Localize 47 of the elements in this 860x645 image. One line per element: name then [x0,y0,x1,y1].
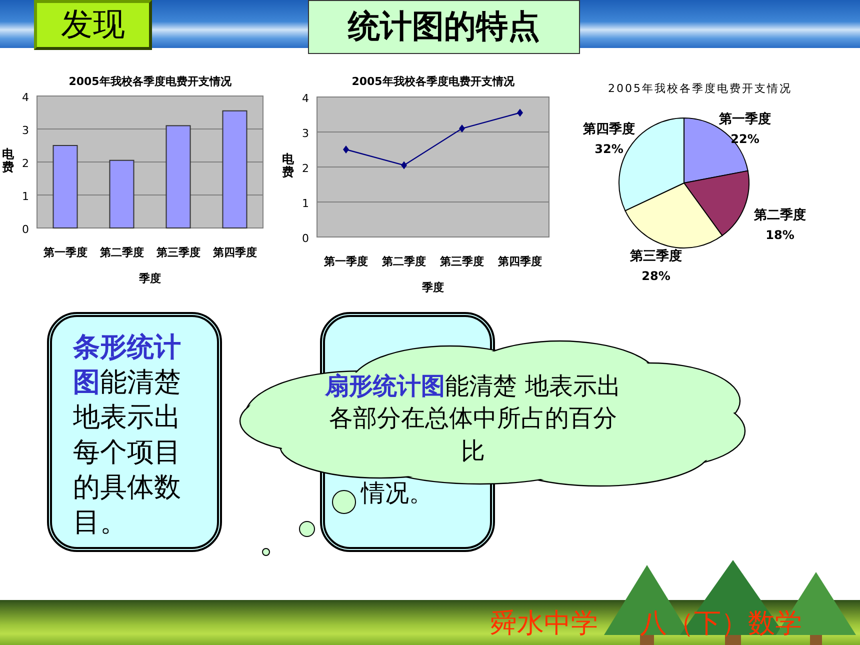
card-text: 情况。 [361,478,434,509]
data-point [343,146,349,154]
axis-tick-label: 1 [302,197,309,210]
slice-percent: 18% [766,228,794,242]
category-label: 第三季度 [156,246,200,259]
callout-text: 扇形统计图能清楚 地表示出各部分在总体中所占的百分比 [324,371,622,467]
slice-percent: 32% [594,142,624,156]
axis-tick-label: 2 [302,162,309,175]
axis-tick-label: 1 [22,190,29,203]
axis-tick-label: 2 [22,157,29,170]
category-label: 第一季度 [324,255,368,268]
axis-tick-label: 4 [22,91,29,104]
slice-label: 第一季度 [719,112,771,127]
school-name: 舜水中学 [490,607,598,641]
axis-title: 季度 [139,272,161,285]
axis-tick-label: 3 [22,124,29,137]
axis-tick-label: 0 [302,232,309,245]
category-label: 第二季度 [100,246,144,259]
thought-bubble [299,521,315,537]
data-point [459,124,465,132]
data-point [517,108,523,117]
category-label: 第三季度 [440,255,484,268]
axis-title: 季度 [422,281,444,294]
slice-label: 第四季度 [583,122,635,137]
slice-percent: 22% [730,132,760,146]
badge: 发现 [34,0,152,50]
axis-title: 电费 [282,153,294,180]
card-text: 条形统计图能清楚地表示出每个项目的具体数目。 [73,331,182,540]
thought-bubble [262,548,270,556]
slice-label: 第二季度 [754,208,806,223]
axis-tick-label: 3 [302,127,309,140]
slice-label: 第三季度 [630,249,682,264]
bar [109,160,134,228]
slice-percent: 28% [642,269,670,283]
category-label: 第一季度 [43,246,88,259]
chart-title: 2005年我校各季度电费开支情况 [68,75,232,88]
category-label: 第四季度 [498,255,542,268]
axis-title: 电费 [2,148,14,174]
slide-title: 统计图的特点 [308,0,580,54]
category-label: 第二季度 [382,255,426,268]
course-name: 八（下）数学 [640,607,802,641]
axis-tick-label: 4 [302,92,309,105]
chart-title: 2005年我校各季度电费开支情况 [352,75,514,88]
chart-title: 2005年我校各季度电费开支情况 [608,82,792,95]
category-label: 第四季度 [212,246,257,259]
data-point [401,161,407,170]
axis-tick-label: 0 [22,223,29,236]
